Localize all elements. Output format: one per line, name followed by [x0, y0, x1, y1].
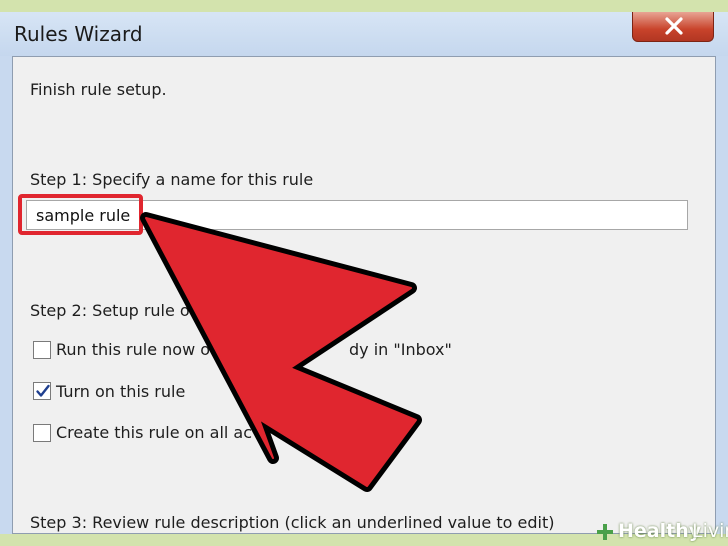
all-accounts-checkbox[interactable]: [33, 424, 51, 442]
checkmark-icon: [36, 384, 50, 397]
close-icon: [665, 17, 683, 35]
watermark-brand-bold: Healthy: [618, 520, 702, 542]
intro-text: Finish rule setup.: [30, 80, 167, 99]
close-button[interactable]: [632, 12, 714, 42]
rules-wizard-window: Rules Wizard Finish rule setup. Step 1: …: [0, 12, 728, 534]
plus-logo-icon: [597, 524, 613, 540]
step3-label: Step 3: Review rule description (click a…: [30, 513, 555, 532]
title-bar: Rules Wizard: [0, 12, 728, 56]
run-rule-now-label: Run this rule now o: [56, 340, 211, 359]
run-rule-now-label-end: dy in "Inbox": [349, 340, 452, 359]
rule-name-input[interactable]: [26, 200, 688, 230]
all-accounts-label-end: nts: [300, 423, 325, 442]
watermark-brand-light: Living: [692, 520, 728, 542]
step1-label: Step 1: Specify a name for this rule: [30, 170, 314, 189]
wizard-content: Finish rule setup. Step 1: Specify a nam…: [12, 56, 716, 534]
turn-on-rule-checkbox[interactable]: [33, 382, 51, 400]
all-accounts-label: Create this rule on all ac: [56, 423, 253, 442]
window-title: Rules Wizard: [14, 22, 143, 46]
run-rule-now-checkbox[interactable]: [33, 341, 51, 359]
step2-label: Step 2: Setup rule o: [30, 301, 190, 320]
turn-on-rule-label: Turn on this rule: [56, 382, 186, 401]
